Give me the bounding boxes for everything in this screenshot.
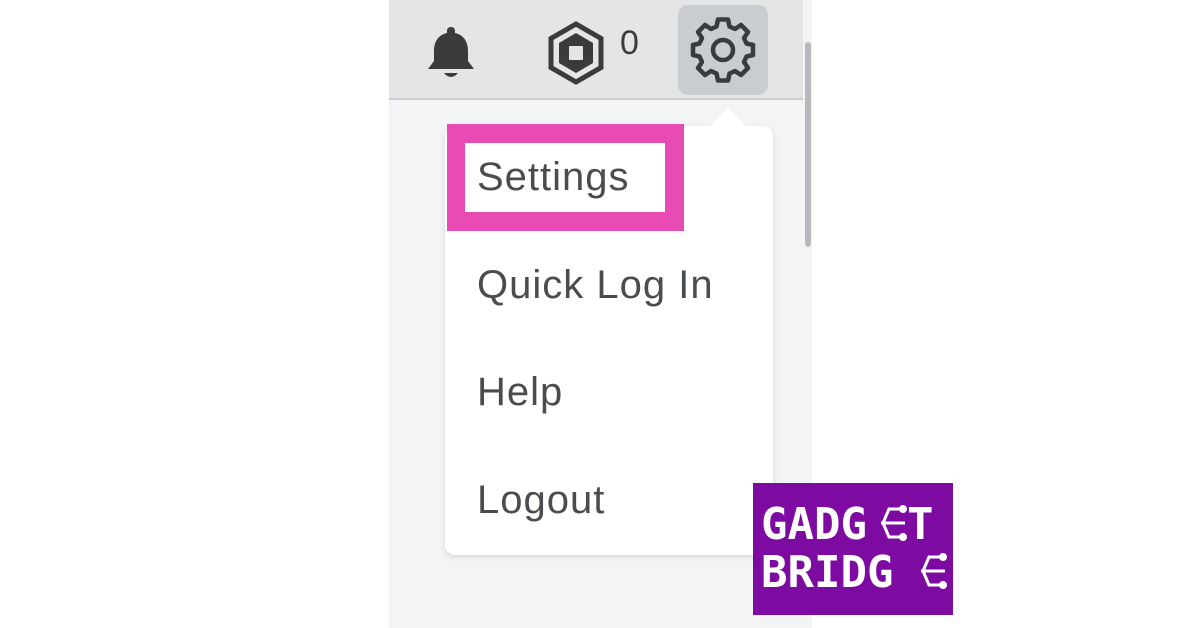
notifications-button[interactable] <box>418 18 484 84</box>
menu-item-logout[interactable]: Logout <box>477 478 605 523</box>
svg-text:BRIDG: BRIDG <box>761 547 893 598</box>
settings-gear-button[interactable] <box>678 5 768 95</box>
gear-icon <box>690 17 756 83</box>
gadget-bridge-logo-icon: GADG T BRIDG <box>761 499 947 598</box>
robux-balance: 0 <box>620 24 639 62</box>
robux-button[interactable] <box>543 20 609 86</box>
menu-item-settings[interactable]: Settings <box>477 155 630 200</box>
svg-text:GADG: GADG <box>761 499 867 550</box>
robux-icon <box>548 21 604 85</box>
scrollbar-thumb[interactable] <box>805 42 811 247</box>
gadget-bridge-logo: GADG T BRIDG <box>753 483 953 615</box>
svg-text:T: T <box>907 499 934 550</box>
menu-item-quick-log-in[interactable]: Quick Log In <box>477 263 714 308</box>
dropdown-caret <box>710 108 746 126</box>
bell-icon <box>428 27 474 77</box>
menu-item-help[interactable]: Help <box>477 370 563 415</box>
